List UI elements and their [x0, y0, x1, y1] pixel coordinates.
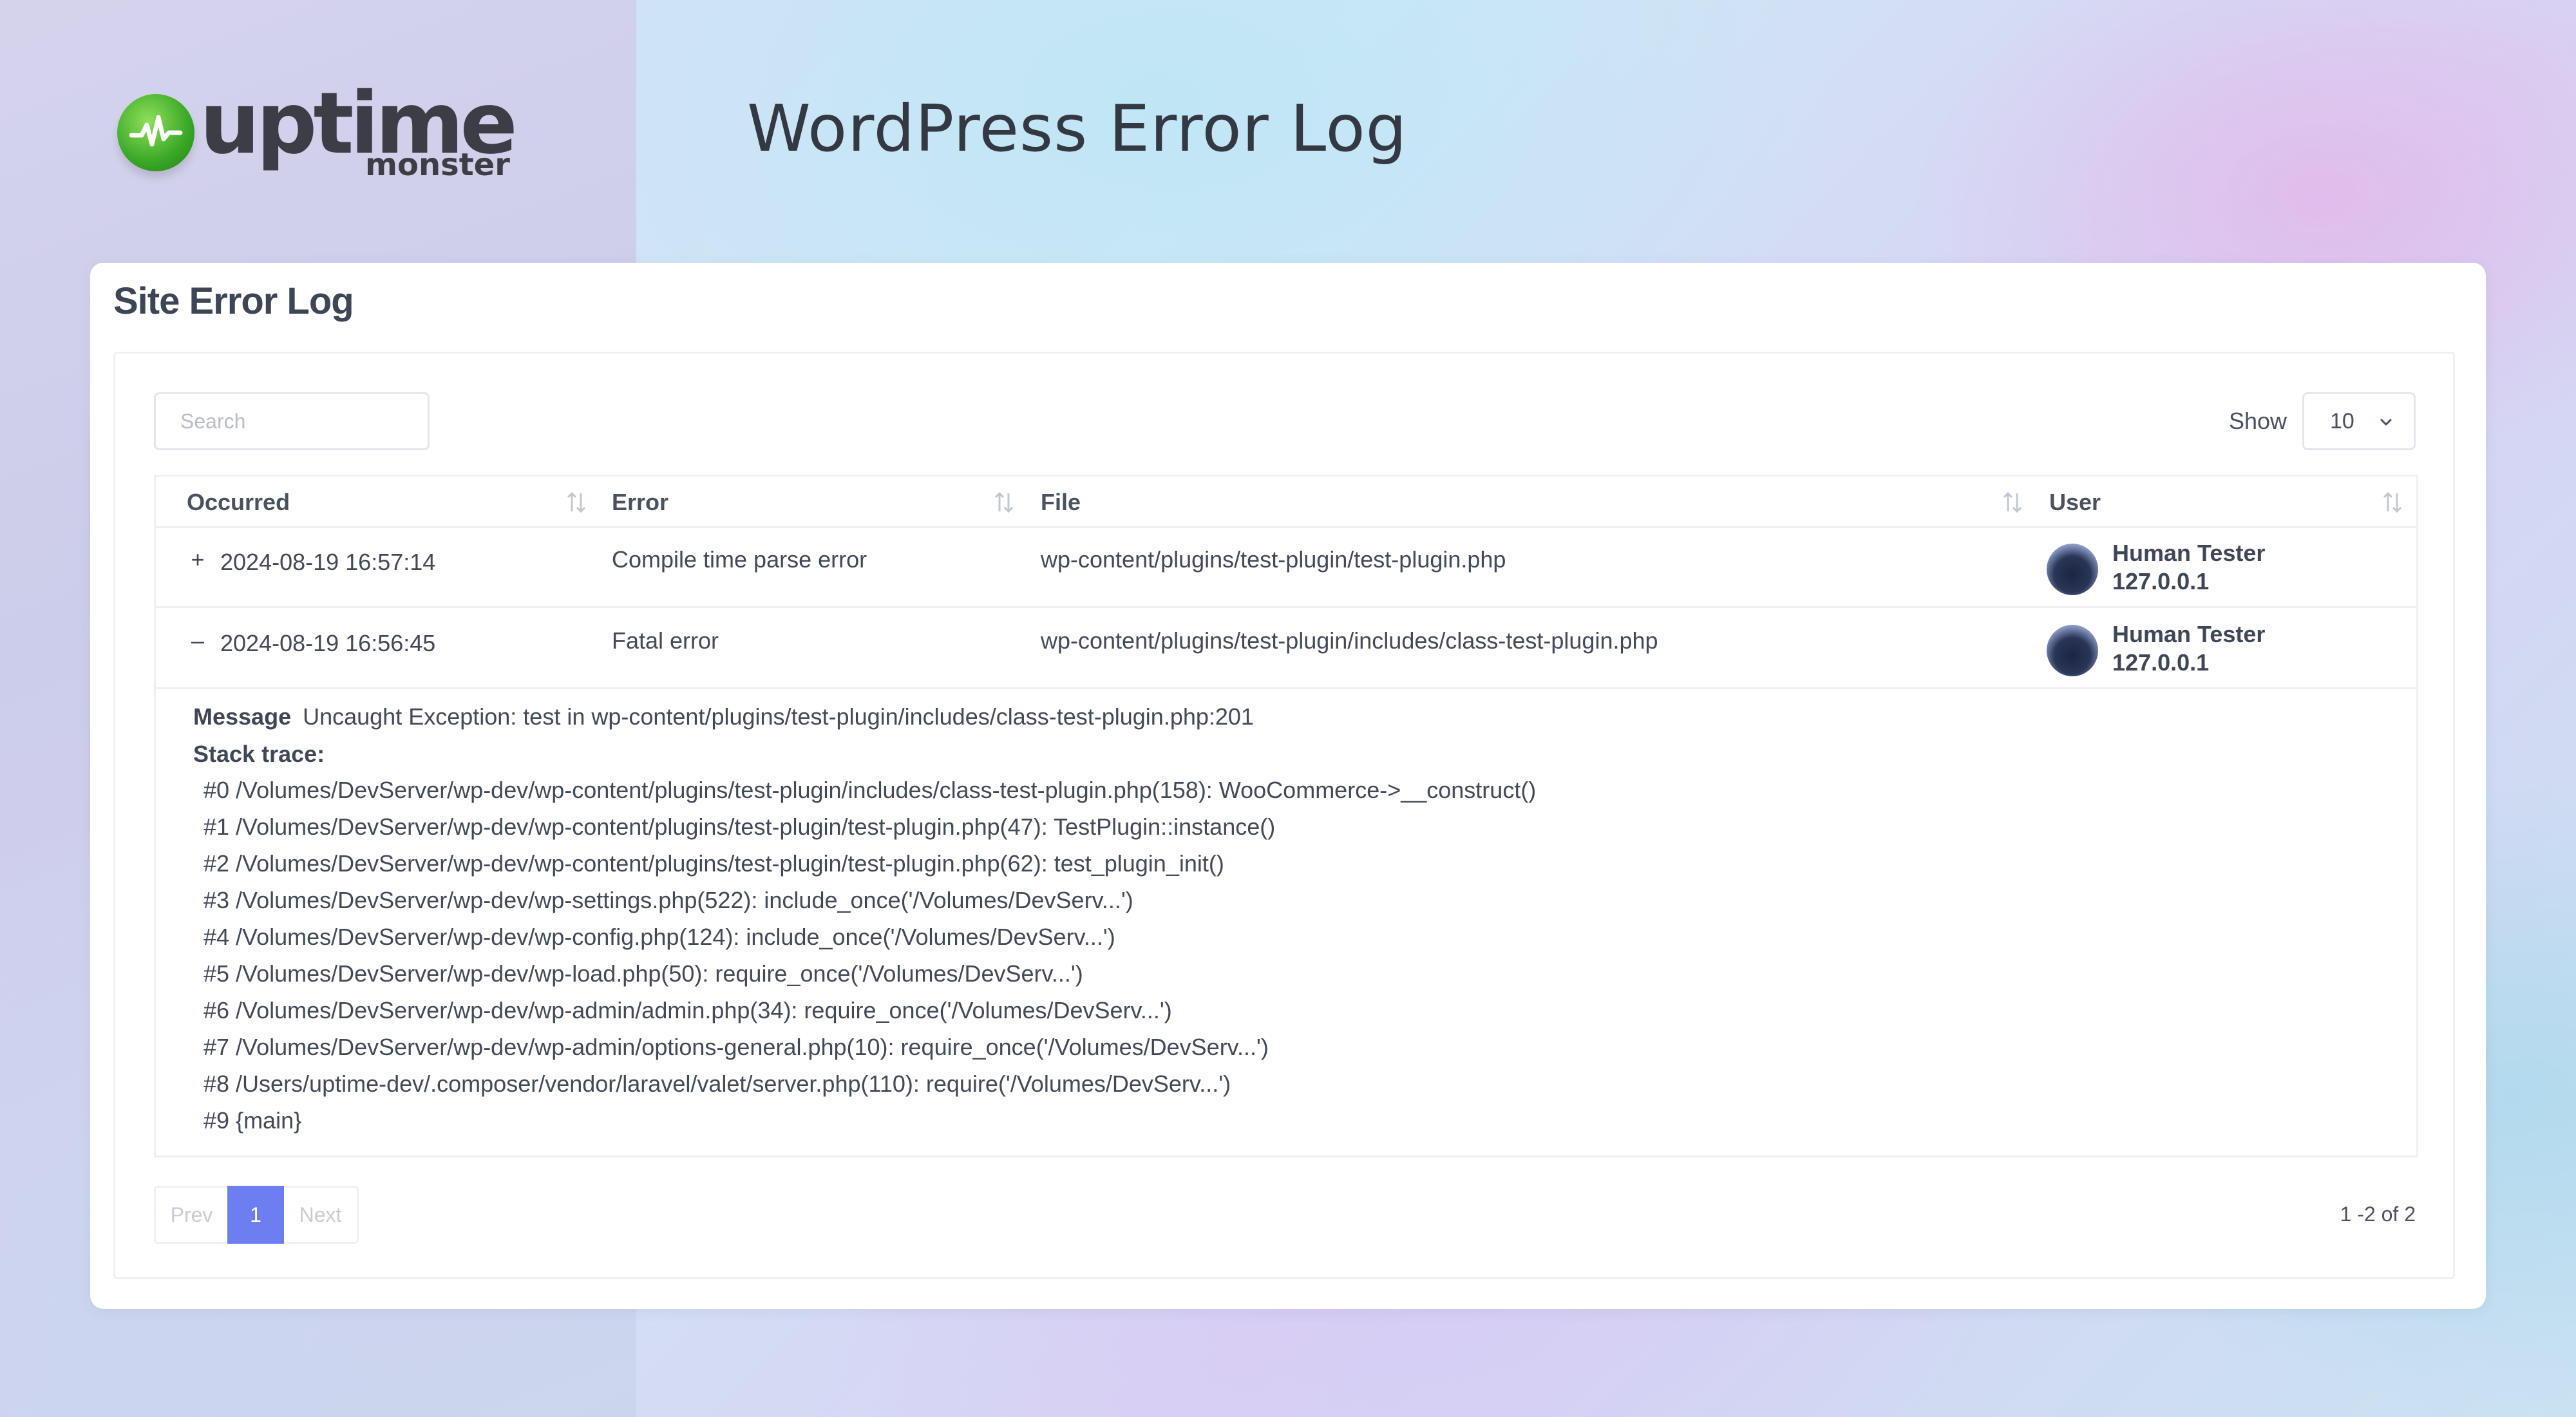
occurred-cell: 2024-08-19 16:57:14 — [220, 549, 436, 575]
column-label: File — [1041, 489, 1081, 515]
error-log-table: Occurred Error File User + 2024-08-19 16… — [154, 475, 2418, 1157]
search-input[interactable] — [154, 392, 430, 450]
page-size-select[interactable]: 10 — [2302, 392, 2416, 450]
sort-icon[interactable] — [565, 488, 587, 517]
table-header: Occurred Error File User — [156, 477, 2416, 528]
stack-trace-line: #9 {main} — [204, 1107, 302, 1134]
error-message: Message Uncaught Exception: test in wp-co… — [193, 703, 1254, 730]
stack-trace-line: #3 /Volumes/DevServer/wp-dev/wp-settings… — [204, 887, 1133, 913]
user-name: Human Tester — [2112, 621, 2266, 647]
stack-trace-line: #5 /Volumes/DevServer/wp-dev/wp-load.php… — [204, 960, 1083, 987]
occurred-cell: 2024-08-19 16:56:45 — [220, 630, 436, 656]
sort-icon[interactable] — [2002, 488, 2023, 517]
stack-trace-line: #1 /Volumes/DevServer/wp-dev/wp-content/… — [204, 813, 1276, 840]
card-title: Site Error Log — [113, 280, 354, 322]
result-count: 1 -2 of 2 — [2340, 1203, 2416, 1226]
table-row[interactable]: + 2024-08-19 16:57:14 Compile time parse… — [156, 528, 2416, 608]
sort-icon[interactable] — [993, 488, 1015, 517]
page-size-control: Show 10 — [2229, 392, 2416, 450]
column-label: User — [2049, 489, 2101, 515]
error-cell: Compile time parse error — [612, 546, 867, 573]
user-name: Human Tester — [2112, 540, 2266, 566]
expand-toggle[interactable]: + — [189, 546, 206, 573]
logo-pulse-icon — [117, 94, 194, 171]
stack-trace-line: #2 /Volumes/DevServer/wp-dev/wp-content/… — [204, 850, 1224, 877]
pagination: Prev 1 Next — [154, 1186, 359, 1244]
table-row[interactable]: – 2024-08-19 16:56:45 Fatal error wp-con… — [156, 609, 2416, 689]
column-header-error[interactable]: Error — [612, 477, 668, 528]
page-title: WordPress Error Log — [747, 91, 1408, 166]
user-ip: 127.0.0.1 — [2112, 649, 2210, 676]
avatar — [2047, 625, 2098, 676]
file-cell: wp-content/plugins/test-plugin/test-plug… — [1041, 546, 1506, 573]
stack-trace-label: Stack trace: — [193, 741, 325, 767]
error-log-panel: Show 10 Occurred Error — [113, 352, 2455, 1279]
prev-page-button[interactable]: Prev — [154, 1186, 227, 1244]
logo-wordmark: uptime monster — [200, 81, 518, 180]
column-header-occurred[interactable]: Occurred — [187, 477, 290, 528]
file-cell: wp-content/plugins/test-plugin/includes/… — [1041, 627, 1658, 654]
column-label: Occurred — [187, 489, 290, 515]
avatar — [2047, 544, 2098, 595]
sort-icon[interactable] — [2382, 488, 2403, 517]
stack-trace-line: #8 /Users/uptime-dev/.composer/vendor/la… — [204, 1070, 1231, 1097]
collapse-toggle[interactable]: – — [189, 627, 206, 654]
uptime-monster-logo[interactable]: uptime monster — [117, 81, 518, 180]
page-1-button[interactable]: 1 — [227, 1186, 284, 1244]
stack-trace-line: #6 /Volumes/DevServer/wp-dev/wp-admin/ad… — [204, 997, 1172, 1023]
column-header-user[interactable]: User — [2049, 477, 2101, 528]
logo-sub: monster — [365, 147, 510, 183]
column-header-file[interactable]: File — [1041, 477, 1081, 528]
user-ip: 127.0.0.1 — [2112, 568, 2210, 594]
show-label: Show — [2228, 408, 2287, 434]
stack-trace-line: #4 /Volumes/DevServer/wp-dev/wp-config.p… — [204, 924, 1115, 950]
chevron-down-icon — [2380, 419, 2392, 426]
column-label: Error — [612, 489, 669, 515]
error-log-card: Site Error Log Show 10 Occurred — [90, 263, 2486, 1309]
error-cell: Fatal error — [612, 627, 719, 654]
next-page-button[interactable]: Next — [284, 1186, 359, 1244]
page-size-value: 10 — [2330, 408, 2354, 433]
stack-trace-line: #0 /Volumes/DevServer/wp-dev/wp-content/… — [204, 777, 1537, 803]
message-text: Uncaught Exception: test in wp-content/p… — [303, 703, 1254, 730]
message-label: Message — [193, 703, 292, 730]
stack-trace-line: #7 /Volumes/DevServer/wp-dev/wp-admin/op… — [204, 1034, 1269, 1060]
